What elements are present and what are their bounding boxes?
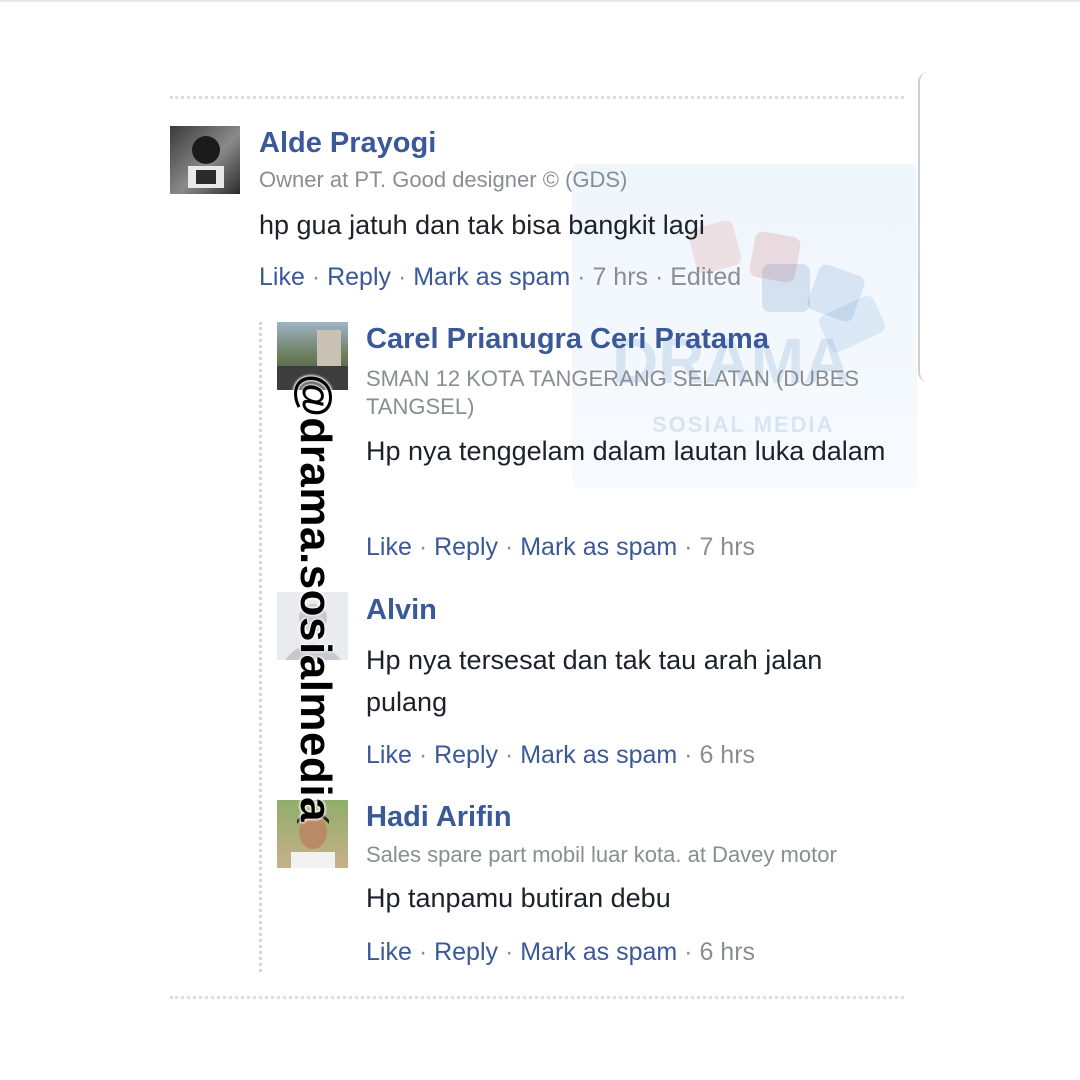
timestamp[interactable]: 6 hrs [699,741,755,769]
comment-text: hp gua jatuh dan tak bisa bangkit lagi [259,210,705,240]
reply-link[interactable]: Reply [434,741,498,769]
mark-spam-link[interactable]: Mark as spam [520,938,677,966]
separator: · [498,741,521,769]
like-link[interactable]: Like [366,938,412,966]
avatar-image [188,136,224,188]
separator: · [391,263,414,291]
reply-link[interactable]: Reply [434,533,498,561]
like-link[interactable]: Like [259,263,305,291]
separator: · [648,263,671,291]
separator: · [677,741,700,769]
comment-text: Hp nya tersesat dan tak tau arah jalan p… [366,645,823,717]
comment-text: Hp tanpamu butiran debu [366,883,671,913]
watermark-handle-text: @drama.sosialmedia [291,374,340,823]
separator: · [411,938,435,966]
separator: · [570,263,593,291]
commenter-name[interactable]: Alvin [366,594,437,627]
like-link[interactable]: Like [366,533,412,561]
divider-top [170,96,904,99]
comment-actions: Like · Reply · Mark as spam · 7 hrs [366,533,755,562]
timestamp[interactable]: 6 hrs [699,938,755,966]
comment-actions: Like · Reply · Mark as spam · 6 hrs [366,938,755,967]
reply-thread-line [259,322,262,972]
divider-bottom [170,996,904,999]
comment-text: Hp nya tenggelam dalam lautan luka dalam [366,436,886,466]
mark-spam-link[interactable]: Mark as spam [520,533,677,561]
commenter-name[interactable]: Alde Prayogi [259,127,436,160]
separator: · [677,533,700,561]
separator: · [411,533,435,561]
reply-link[interactable]: Reply [434,938,498,966]
avatar[interactable] [170,126,240,194]
timestamp[interactable]: 7 hrs [699,533,755,561]
separator: · [498,938,521,966]
mark-spam-link[interactable]: Mark as spam [413,263,570,291]
scrollbar[interactable] [918,72,934,382]
timestamp[interactable]: 7 hrs [592,263,648,291]
separator: · [677,938,700,966]
top-border [0,0,1080,2]
commenter-name[interactable]: Hadi Arifin [366,801,512,834]
like-link[interactable]: Like [366,741,412,769]
separator: · [498,533,521,561]
reply-link[interactable]: Reply [327,263,391,291]
commenter-subtitle: SMAN 12 KOTA TANGERANG SELATAN (DUBES TA… [366,366,860,419]
separator: · [411,741,435,769]
mark-spam-link[interactable]: Mark as spam [520,741,677,769]
comment-actions: Like · Reply · Mark as spam · 7 hrs · Ed… [259,263,741,292]
commenter-subtitle: Sales spare part mobil luar kota. at Dav… [366,842,837,867]
watermark-handle: @drama.sosialmedia [285,374,345,822]
commenter-name[interactable]: Carel Prianugra Ceri Pratama [366,323,769,356]
edited-label[interactable]: Edited [670,263,741,291]
separator: · [304,263,328,291]
commenter-subtitle: Owner at PT. Good designer © (GDS) [259,167,628,192]
comment-actions: Like · Reply · Mark as spam · 6 hrs [366,741,755,770]
